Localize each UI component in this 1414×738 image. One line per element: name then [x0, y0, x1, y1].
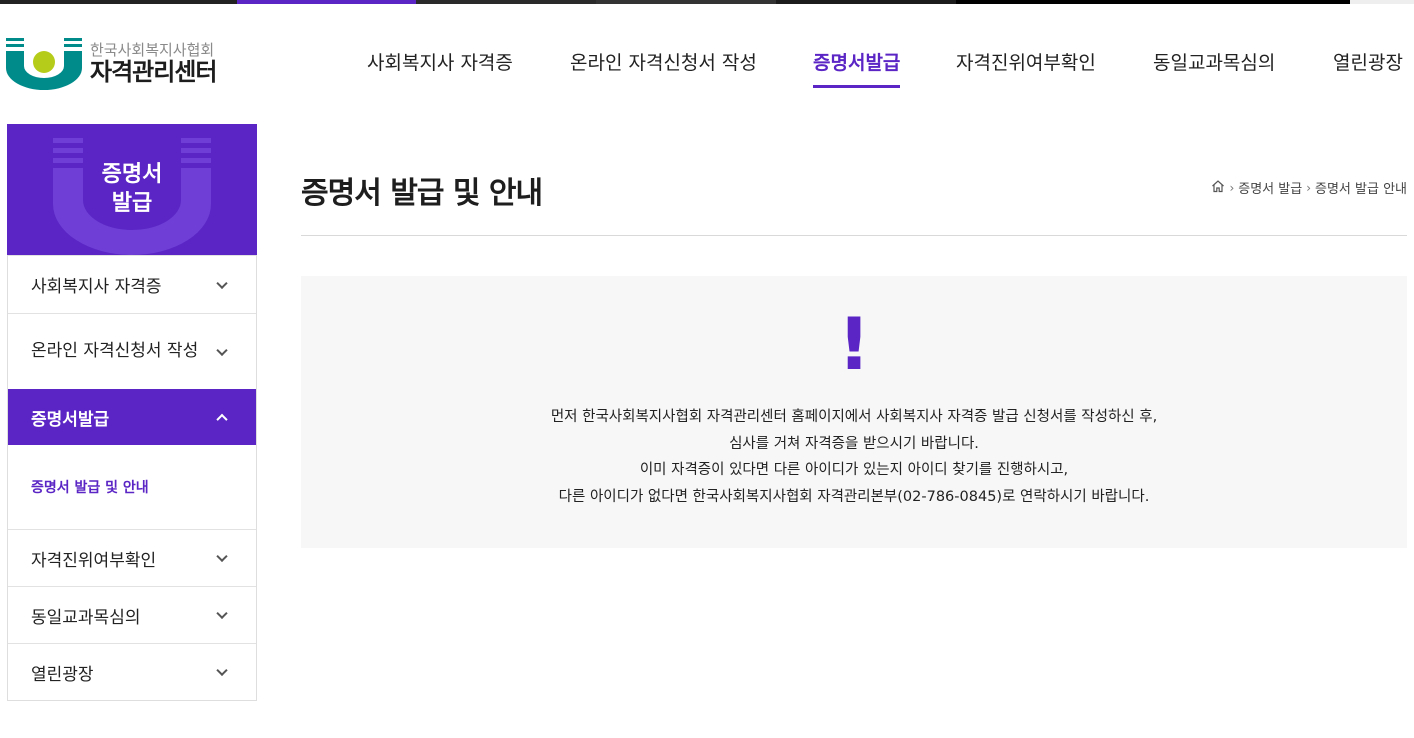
notice-box: ! 먼저 한국사회복지사협회 자격관리센터 홈페이지에서 사회복지사 자격증 발…: [301, 276, 1407, 548]
lnb-menu: 사회복지사 자격증 온라인 자격신청서 작성 증명서발급 증명서 발급 및 안내…: [7, 255, 257, 701]
breadcrumb-item[interactable]: 증명서 발급: [1238, 178, 1302, 197]
top-strip-segment: [1350, 0, 1414, 4]
exclamation-icon: !: [837, 302, 871, 386]
site-logo[interactable]: 한국사회복지사협회 자격관리센터: [6, 38, 256, 90]
top-strip-segment: [237, 0, 416, 4]
lnb-title: 증명서 발급: [101, 162, 163, 216]
title-divider: [301, 235, 1407, 236]
logo-subtitle: 한국사회복지사협회: [90, 41, 215, 59]
notice-line: 심사를 거쳐 자격증을 받으시기 바랍니다.: [729, 435, 979, 452]
chevron-down-icon: [216, 277, 228, 289]
breadcrumb: › 증명서 발급 › 증명서 발급 안내: [1211, 178, 1407, 197]
logo-mark-icon: [6, 38, 82, 90]
lnb-item-label: 사회복지사 자격증: [31, 277, 162, 297]
chevron-down-icon: [216, 550, 228, 563]
notice-text: 먼저 한국사회복지사협회 자격관리센터 홈페이지에서 사회복지사 자격증 발급 …: [301, 404, 1407, 510]
page-title: 증명서 발급 및 안내: [301, 176, 543, 211]
lnb-item-label: 온라인 자격신청서 작성: [31, 341, 199, 361]
lnb-item-issuance[interactable]: 증명서발급: [8, 389, 256, 445]
chevron-right-icon: ›: [1306, 180, 1311, 195]
chevron-down-icon: [216, 344, 228, 356]
gnb-item-course-review[interactable]: 동일교과목심의: [1153, 42, 1275, 88]
lnb-subitem-issuance-guide[interactable]: 증명서 발급 및 안내: [8, 445, 256, 529]
chevron-up-icon: [216, 413, 228, 426]
lnb-item-open-square[interactable]: 열린광장: [8, 643, 256, 700]
chevron-down-icon: [216, 664, 228, 677]
lnb-item-course-review[interactable]: 동일교과목심의: [8, 586, 256, 643]
gnb-item-online-application[interactable]: 온라인 자격신청서 작성: [570, 42, 757, 88]
chevron-right-icon: ›: [1229, 180, 1235, 195]
gnb-item-verification[interactable]: 자격진위여부확인: [956, 42, 1096, 88]
lnb-item-verification[interactable]: 자격진위여부확인: [8, 529, 256, 586]
gnb-item-open-square[interactable]: 열린광장: [1333, 42, 1403, 88]
top-strip-segment: [596, 0, 776, 4]
breadcrumb-item-current: 증명서 발급 안내: [1315, 182, 1407, 197]
logo-title: 자격관리센터: [90, 58, 217, 86]
lnb-item-certificate[interactable]: 사회복지사 자격증: [8, 255, 256, 313]
notice-line: 먼저 한국사회복지사협회 자격관리센터 홈페이지에서 사회복지사 자격증 발급 …: [550, 409, 1158, 425]
chevron-down-icon: [216, 607, 228, 620]
lnb-item-label: 동일교과목심의: [31, 607, 141, 628]
top-strip-segment: [416, 0, 596, 4]
lnb-item-label: 증명서발급: [31, 409, 110, 430]
lnb-item-label: 열린광장: [31, 664, 94, 685]
lnb-item-label: 자격진위여부확인: [31, 550, 157, 571]
home-icon[interactable]: [1211, 179, 1225, 197]
lnb-subitem-label: 증명서 발급 및 안내: [31, 480, 149, 496]
notice-line: 이미 자격증이 있다면 다른 아이디가 있는지 아이디 찾기를 진행하시고,: [639, 462, 1069, 478]
notice-line: 다른 아이디가 없다면 한국사회복지사협회 자격관리본부(02-786-0845…: [558, 488, 1150, 505]
top-strip-segment: [776, 0, 956, 4]
lnb-item-online-application[interactable]: 온라인 자격신청서 작성: [8, 313, 256, 389]
top-strip: [0, 0, 1414, 4]
gnb-item-certificate[interactable]: 사회복지사 자격증: [367, 42, 513, 88]
lnb-header: 증명서 발급: [7, 124, 257, 255]
top-strip-segment: [956, 0, 1350, 4]
gnb-item-issuance[interactable]: 증명서발급: [813, 42, 901, 88]
top-strip-segment: [0, 0, 237, 4]
